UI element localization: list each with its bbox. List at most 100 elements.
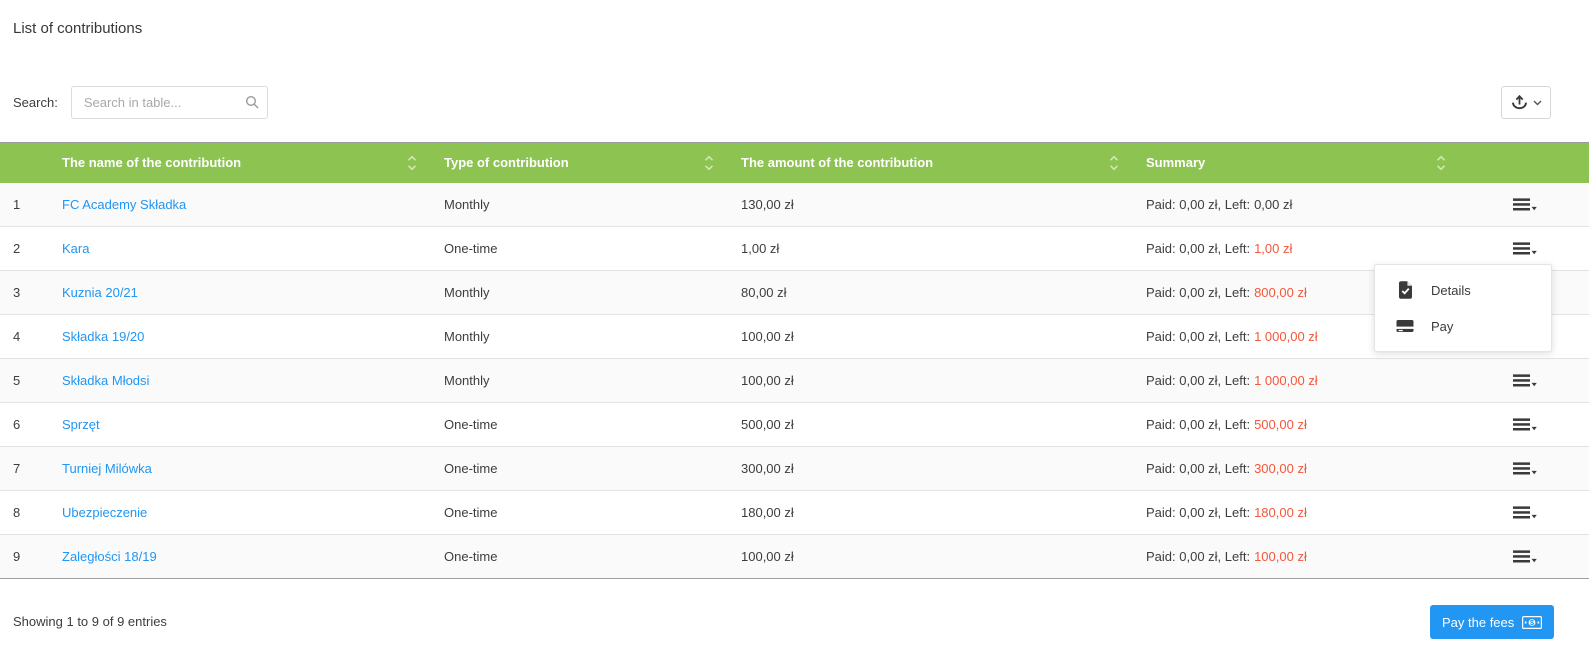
sort-icon xyxy=(1109,155,1119,171)
contribution-type-cell: One-time xyxy=(431,490,728,535)
contribution-type: Monthly xyxy=(444,329,490,344)
row-actions-cell xyxy=(1460,490,1589,535)
contribution-type: One-time xyxy=(444,505,498,520)
contribution-type: Monthly xyxy=(444,373,490,388)
contribution-name-link[interactable]: Kara xyxy=(62,241,89,256)
header-summary[interactable]: Summary xyxy=(1133,142,1460,183)
hamburger-caret-icon xyxy=(1512,462,1537,475)
contribution-amount: 100,00 zł xyxy=(741,549,794,564)
search-row: Search: xyxy=(13,86,268,119)
export-button[interactable] xyxy=(1501,86,1551,119)
contribution-amount-cell: 130,00 zł xyxy=(728,182,1133,227)
summary-left-value: 300,00 zł xyxy=(1254,461,1307,476)
menu-item-details[interactable]: Details xyxy=(1375,272,1551,308)
summary-left-value: 1,00 zł xyxy=(1254,241,1293,256)
row-actions-button[interactable] xyxy=(1507,370,1543,391)
contribution-amount: 180,00 zł xyxy=(741,505,794,520)
menu-item-label: Pay xyxy=(1431,318,1454,334)
contributions-table: The name of the contribution Type of con… xyxy=(0,142,1589,579)
contribution-amount: 100,00 zł xyxy=(741,329,794,344)
summary-prefix: Paid: 0,00 zł, Left: xyxy=(1146,549,1251,564)
row-actions-cell xyxy=(1460,358,1589,403)
contribution-amount-cell: 300,00 zł xyxy=(728,446,1133,491)
row-actions-button[interactable] xyxy=(1507,502,1543,523)
summary-left-value: 500,00 zł xyxy=(1254,417,1307,432)
row-actions-button[interactable] xyxy=(1507,238,1543,259)
entries-info: Showing 1 to 9 of 9 entries xyxy=(13,614,167,629)
row-actions-cell xyxy=(1460,446,1589,491)
row-number: 1 xyxy=(13,196,21,212)
contribution-type-cell: Monthly xyxy=(431,314,728,359)
summary-left-value: 1 000,00 zł xyxy=(1254,329,1318,344)
contribution-name-cell: Składka 19/20 xyxy=(49,314,431,359)
row-actions-button[interactable] xyxy=(1507,194,1543,215)
row-actions-button[interactable] xyxy=(1507,458,1543,479)
row-actions-cell xyxy=(1460,534,1589,579)
contribution-name-cell: Składka Młodsi xyxy=(49,358,431,403)
contribution-amount-cell: 1,00 zł xyxy=(728,226,1133,271)
row-actions-cell xyxy=(1460,402,1589,447)
contribution-amount: 80,00 zł xyxy=(741,285,787,300)
summary-prefix: Paid: 0,00 zł, Left: xyxy=(1146,373,1251,388)
table-row: 7 Turniej Milówka One-time 300,00 zł Pai… xyxy=(0,446,1589,491)
contribution-amount: 130,00 zł xyxy=(741,196,794,212)
row-number-cell: 4 xyxy=(0,314,49,359)
table-row: 9 Zaległości 18/19 One-time 100,00 zł Pa… xyxy=(0,534,1589,579)
contribution-name-link[interactable]: Sprzęt xyxy=(62,417,100,432)
contribution-name-cell: Ubezpieczenie xyxy=(49,490,431,535)
contribution-name-link[interactable]: Kuznia 20/21 xyxy=(62,285,138,300)
hamburger-caret-icon xyxy=(1512,374,1537,387)
sort-icon xyxy=(704,155,714,171)
hamburger-caret-icon xyxy=(1512,506,1537,519)
summary-left-value: 800,00 zł xyxy=(1254,285,1307,300)
contribution-type-cell: One-time xyxy=(431,534,728,579)
contribution-type-cell: Monthly xyxy=(431,270,728,315)
contribution-name-link[interactable]: Turniej Milówka xyxy=(62,461,152,476)
contribution-name-link[interactable]: FC Academy Składka xyxy=(62,197,186,212)
contribution-amount-cell: 100,00 zł xyxy=(728,534,1133,579)
summary-left-value: 100,00 zł xyxy=(1254,549,1307,564)
row-number-cell: 6 xyxy=(0,402,49,447)
header-label: The amount of the contribution xyxy=(741,155,934,171)
row-number: 4 xyxy=(13,329,21,344)
row-number: 5 xyxy=(13,373,21,388)
hamburger-caret-icon xyxy=(1512,198,1537,211)
table-row: 6 Sprzęt One-time 500,00 zł Paid: 0,00 z… xyxy=(0,402,1589,447)
pay-the-fees-button[interactable]: Pay the fees $ xyxy=(1430,605,1555,639)
row-number: 2 xyxy=(13,241,21,256)
header-contribution-amount[interactable]: The amount of the contribution xyxy=(728,142,1133,183)
table-header-row: The name of the contribution Type of con… xyxy=(0,142,1589,183)
table-row: 2 Kara One-time 1,00 zł Paid: 0,00 zł, L… xyxy=(0,226,1589,271)
table-row: 4 Składka 19/20 Monthly 100,00 zł Paid: … xyxy=(0,314,1589,359)
search-input[interactable] xyxy=(70,86,268,119)
contribution-name-cell: Turniej Milówka xyxy=(49,446,431,491)
summary-left-value: 0,00 zł xyxy=(1254,196,1293,212)
contribution-name-link[interactable]: Składka 19/20 xyxy=(62,329,144,344)
contribution-summary-cell: Paid: 0,00 zł, Left: 0,00 zł xyxy=(1133,182,1460,227)
menu-item-pay[interactable]: Pay xyxy=(1375,308,1551,344)
contribution-amount-cell: 80,00 zł xyxy=(728,270,1133,315)
summary-prefix: Paid: 0,00 zł, Left: xyxy=(1146,461,1251,476)
contribution-type-cell: Monthly xyxy=(431,182,728,227)
summary-prefix: Paid: 0,00 zł, Left: xyxy=(1146,329,1251,344)
sort-icon xyxy=(407,155,417,171)
hamburger-caret-icon xyxy=(1512,418,1537,431)
contribution-amount-cell: 500,00 zł xyxy=(728,402,1133,447)
contribution-type: One-time xyxy=(444,241,498,256)
contribution-name-link[interactable]: Ubezpieczenie xyxy=(62,505,147,520)
header-contribution-name[interactable]: The name of the contribution xyxy=(49,142,431,183)
hamburger-caret-icon xyxy=(1512,242,1537,255)
contribution-name-cell: Sprzęt xyxy=(49,402,431,447)
row-actions-button[interactable] xyxy=(1507,546,1543,567)
contribution-summary-cell: Paid: 0,00 zł, Left: 300,00 zł xyxy=(1133,446,1460,491)
chevron-down-icon xyxy=(1533,100,1542,106)
row-number-cell: 8 xyxy=(0,490,49,535)
contribution-name-link[interactable]: Składka Młodsi xyxy=(62,373,149,388)
header-contribution-type[interactable]: Type of contribution xyxy=(431,142,728,183)
row-actions-button[interactable] xyxy=(1507,414,1543,435)
summary-prefix: Paid: 0,00 zł, Left: xyxy=(1146,285,1251,300)
contribution-name-link[interactable]: Zaległości 18/19 xyxy=(62,549,157,564)
contribution-type-cell: One-time xyxy=(431,446,728,491)
row-actions-menu: Details Pay xyxy=(1374,264,1552,352)
contribution-amount-cell: 100,00 zł xyxy=(728,314,1133,359)
